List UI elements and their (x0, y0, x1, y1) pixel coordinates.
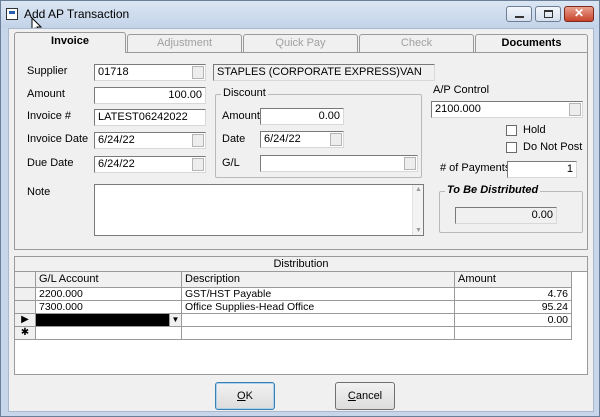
close-icon: ✕ (573, 6, 585, 20)
cancel-button[interactable]: Cancel (335, 382, 395, 410)
col-amount[interactable]: Amount (455, 272, 572, 288)
cell-gl-account[interactable]: 7300.000 (36, 301, 182, 314)
app-window: Add AP Transaction ✕ Invoice Adjustment … (0, 0, 600, 417)
discount-group-title: Discount (221, 87, 268, 99)
tab-quick-pay[interactable]: Quick Pay (243, 34, 358, 52)
cell-amount-new[interactable] (455, 327, 572, 340)
cell-amount[interactable]: 95.24 (455, 301, 572, 314)
supplier-code-value: 01718 (98, 66, 129, 78)
current-row-indicator[interactable]: ▶ (15, 314, 36, 327)
invoice-date-field[interactable]: 6/24/22 (94, 132, 206, 149)
invoice-number-label: Invoice # (27, 110, 72, 122)
due-date-value: 6/24/22 (98, 158, 135, 170)
discount-gl-label: G/L (222, 157, 240, 169)
discount-date-value: 6/24/22 (264, 133, 301, 145)
title-bar: Add AP Transaction ✕ (1, 1, 599, 35)
supplier-lookup-button[interactable] (192, 66, 204, 79)
cell-gl-account-active[interactable]: ▼ (36, 314, 182, 327)
to-be-distributed-title: To Be Distributed (445, 184, 541, 196)
discount-date-picker-button[interactable] (330, 133, 342, 146)
cell-description[interactable]: Office Supplies-Head Office (182, 301, 455, 314)
discount-gl-field[interactable] (260, 155, 418, 172)
to-be-distributed-group: To Be Distributed 0.00 (439, 184, 583, 233)
close-button[interactable]: ✕ (564, 6, 594, 22)
discount-amount-field[interactable]: 0.00 (260, 108, 344, 125)
invoice-date-picker-button[interactable] (192, 134, 204, 147)
chevron-down-icon[interactable]: ▼ (169, 314, 181, 326)
due-date-label: Due Date (27, 157, 74, 169)
row-header[interactable] (15, 301, 36, 314)
payments-field[interactable]: 1 (507, 161, 577, 178)
col-gl-account[interactable]: G/L Account (36, 272, 182, 288)
hold-checkbox[interactable] (506, 125, 517, 136)
invoice-date-value: 6/24/22 (98, 134, 135, 146)
cell-description[interactable] (182, 314, 455, 327)
supplier-code-field[interactable]: 01718 (94, 64, 206, 81)
cancel-accelerator: C (347, 390, 356, 402)
cell-gl-account-new[interactable] (36, 327, 182, 340)
due-date-field[interactable]: 6/24/22 (94, 156, 206, 173)
supplier-label: Supplier (27, 65, 68, 77)
dialog-body: Invoice Adjustment Quick Pay Check Docum… (8, 28, 594, 412)
ap-control-label: A/P Control (433, 84, 490, 96)
payments-label: # of Payments (440, 162, 511, 174)
invoice-panel: Supplier 01718 STAPLES (CORPORATE EXPRES… (14, 52, 588, 250)
scroll-down-icon[interactable]: ▼ (415, 227, 422, 234)
cell-description[interactable]: GST/HST Payable (182, 288, 455, 301)
minimize-icon (515, 16, 524, 18)
to-be-distributed-field: 0.00 (455, 207, 557, 224)
cell-description-new[interactable] (182, 327, 455, 340)
cancel-label-rest: ancel (355, 390, 383, 402)
maximize-button[interactable] (535, 6, 561, 22)
ok-button[interactable]: OK (215, 382, 275, 410)
grid-corner (15, 272, 36, 288)
tab-check[interactable]: Check (359, 34, 474, 52)
amount-field[interactable]: 100.00 (94, 87, 206, 104)
supplier-name-field: STAPLES (CORPORATE EXPRESS)VAN (213, 64, 435, 81)
minimize-button[interactable] (506, 6, 532, 22)
row-header[interactable] (15, 288, 36, 301)
tab-adjustment[interactable]: Adjustment (127, 34, 242, 52)
cell-amount[interactable]: 0.00 (455, 314, 572, 327)
scroll-up-icon[interactable]: ▲ (415, 186, 422, 193)
ok-accelerator: O (237, 390, 246, 402)
discount-date-field[interactable]: 6/24/22 (260, 131, 344, 148)
discount-date-label: Date (222, 133, 246, 145)
hold-label: Hold (523, 124, 546, 136)
col-description[interactable]: Description (182, 272, 455, 288)
ap-control-value: 2100.000 (435, 103, 481, 115)
note-label: Note (27, 186, 51, 198)
note-textarea[interactable]: ▲ ▼ (94, 184, 424, 236)
ok-label-rest: K (245, 390, 253, 402)
invoice-date-label: Invoice Date (27, 133, 89, 145)
discount-amount-label: Amount (222, 110, 260, 122)
do-not-post-label: Do Not Post (523, 141, 583, 153)
distribution-grid: Distribution G/L Account Description Amo… (14, 256, 588, 375)
app-icon (6, 8, 18, 20)
do-not-post-checkbox[interactable] (506, 142, 517, 153)
invoice-number-field[interactable]: LATEST06242022 (94, 109, 206, 126)
ap-control-lookup-button[interactable] (569, 103, 581, 116)
distribution-title: Distribution (15, 257, 587, 272)
due-date-picker-button[interactable] (192, 158, 204, 171)
amount-label: Amount (27, 88, 65, 100)
cell-gl-account[interactable]: 2200.000 (36, 288, 182, 301)
maximize-icon (544, 10, 553, 18)
discount-gl-lookup-button[interactable] (404, 157, 416, 170)
cell-amount[interactable]: 4.76 (455, 288, 572, 301)
tab-invoice[interactable]: Invoice (14, 32, 126, 53)
tab-documents[interactable]: Documents (475, 34, 588, 52)
discount-group: Discount Amount 0.00 Date 6/24/22 G/L (215, 87, 422, 178)
ap-control-field[interactable]: 2100.000 (431, 101, 583, 118)
note-scrollbar[interactable]: ▲ ▼ (412, 185, 423, 235)
new-row-indicator[interactable]: ✱ (15, 327, 36, 340)
